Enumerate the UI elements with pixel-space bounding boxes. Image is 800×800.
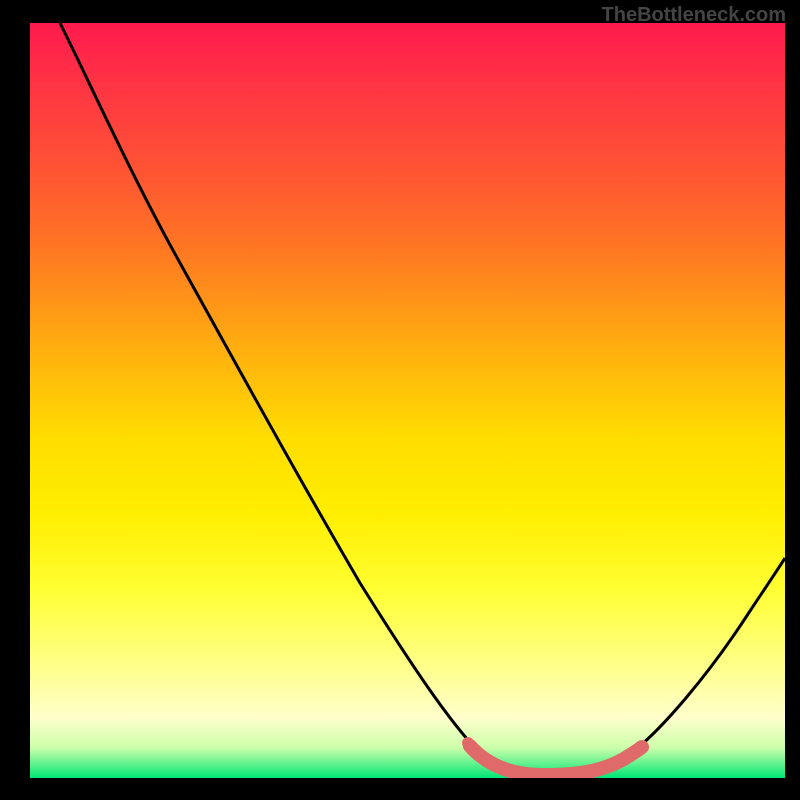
- highlight-dot: [462, 737, 474, 749]
- curve-svg: [30, 23, 785, 778]
- optimal-zone-highlight: [470, 746, 642, 775]
- watermark-text: TheBottleneck.com: [602, 4, 786, 27]
- plot-area: [30, 23, 785, 778]
- chart-container: TheBottleneck.com: [0, 0, 800, 800]
- bottleneck-curve: [60, 23, 785, 775]
